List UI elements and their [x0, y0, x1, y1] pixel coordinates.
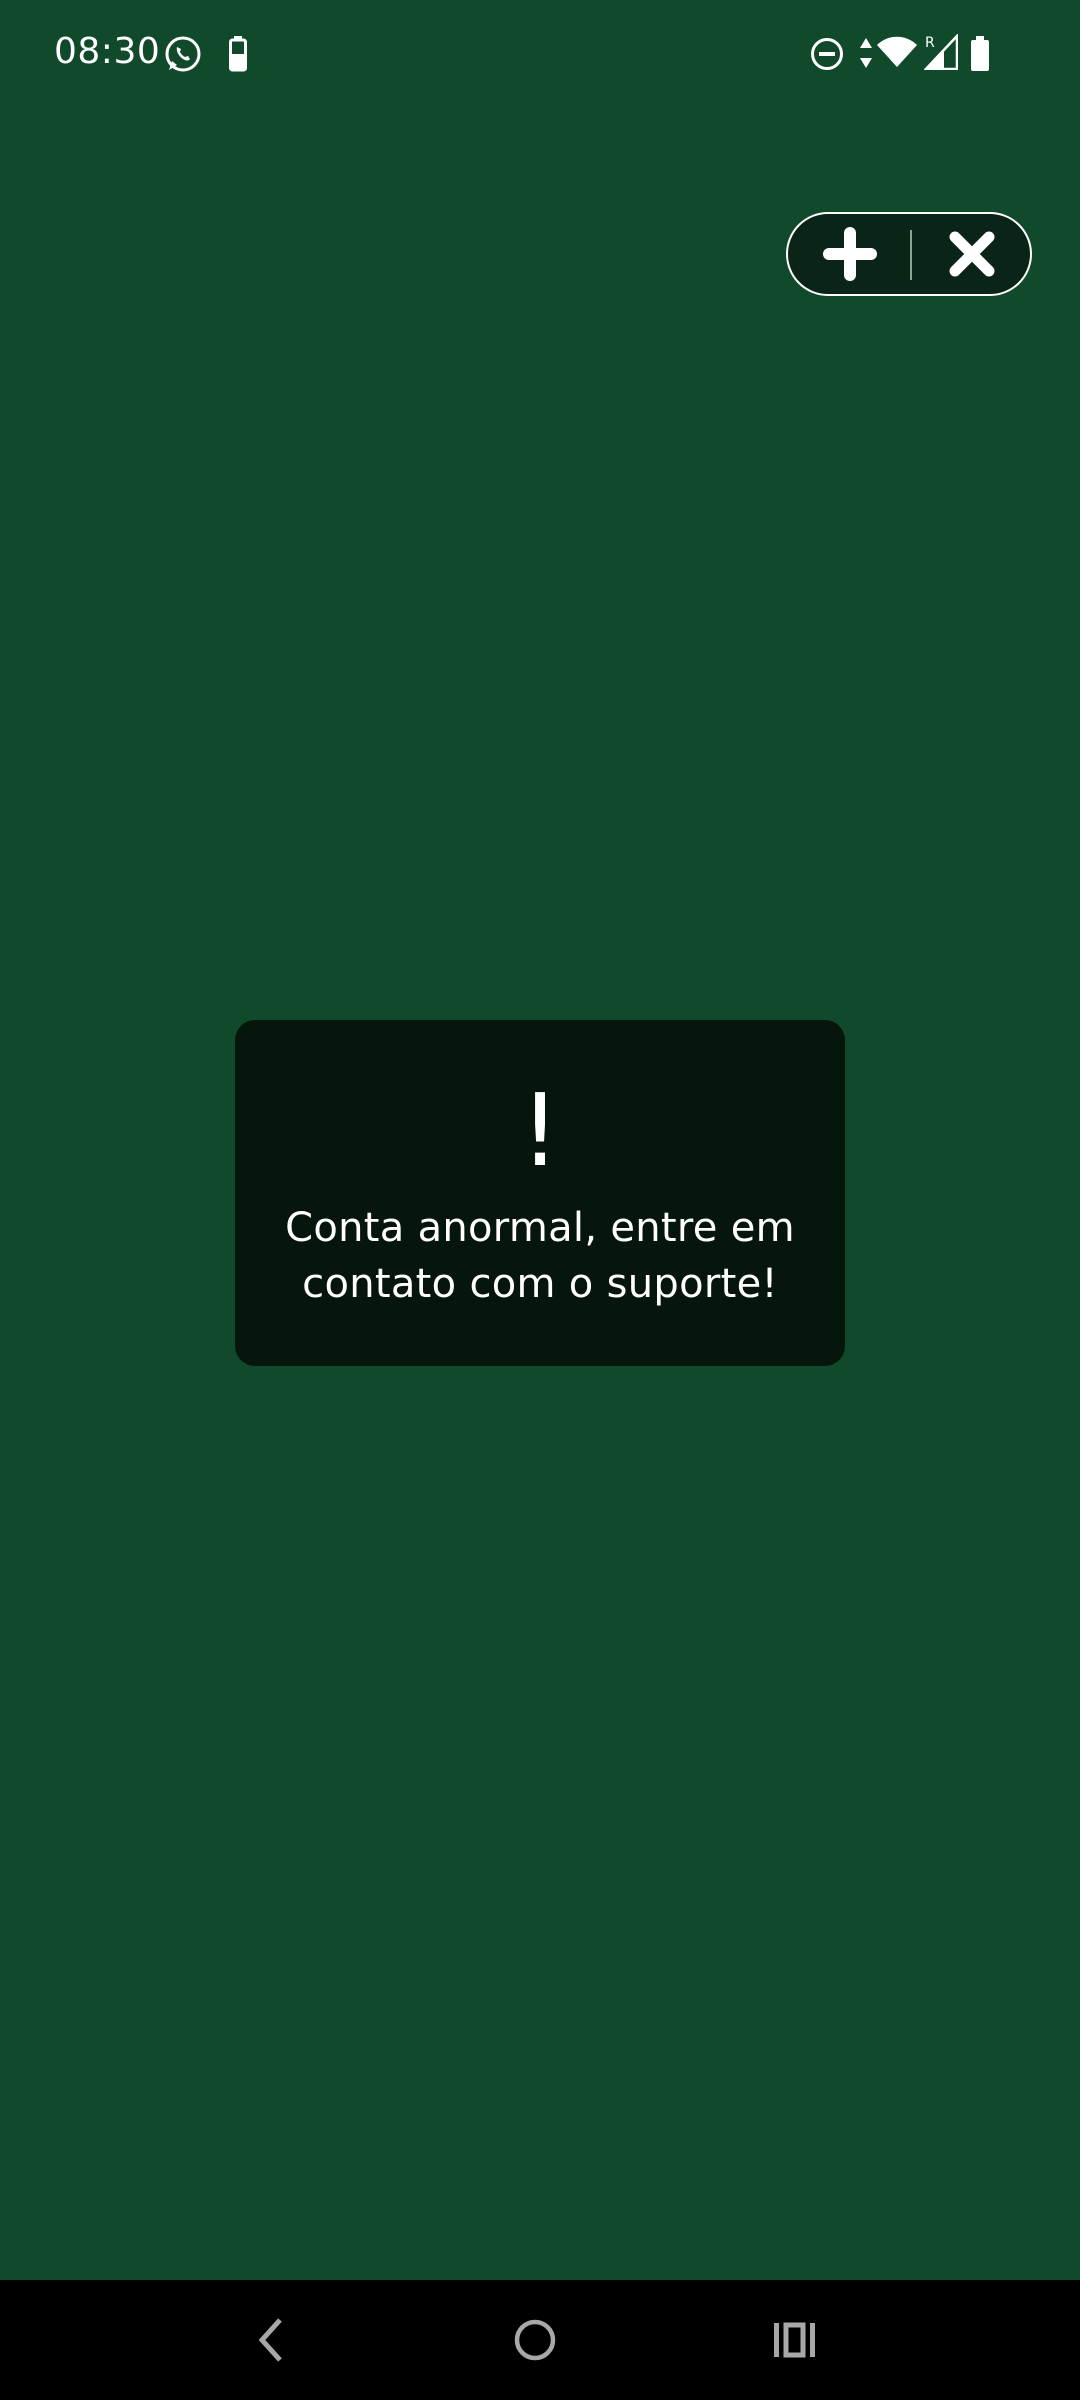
whatsapp-icon [165, 36, 201, 72]
signal-roaming-icon: R [924, 34, 958, 70]
roaming-label: R [925, 35, 935, 51]
navigation-bar [0, 2280, 1080, 2400]
exclamation-icon: ! [519, 1072, 561, 1189]
status-time: 08:30 [54, 31, 161, 72]
back-button[interactable] [240, 2310, 300, 2370]
close-button[interactable] [912, 214, 1032, 294]
recents-icon [774, 2322, 815, 2358]
plus-icon [823, 227, 877, 281]
close-icon [949, 231, 995, 277]
home-button[interactable] [505, 2310, 565, 2370]
battery-saver-icon [229, 36, 247, 72]
data-arrows-icon [860, 38, 872, 68]
home-circle-icon [514, 2319, 556, 2361]
back-chevron-icon [258, 2318, 282, 2362]
status-bar: 08:30 R [0, 0, 1080, 110]
alert-toast: ! Conta anormal, entre em contato com o … [235, 1020, 845, 1366]
toast-message-line-1: Conta anormal, entre em [285, 1205, 795, 1251]
toast-message-line-2: contato com o suporte! [302, 1261, 778, 1307]
floating-control [786, 212, 1032, 296]
recents-button[interactable] [765, 2310, 825, 2370]
battery-icon [971, 36, 989, 71]
wifi-icon [877, 36, 917, 67]
toast-message: Conta anormal, entre em contato com o su… [265, 1200, 815, 1312]
add-button[interactable] [790, 214, 910, 294]
do-not-disturb-icon [811, 38, 843, 70]
